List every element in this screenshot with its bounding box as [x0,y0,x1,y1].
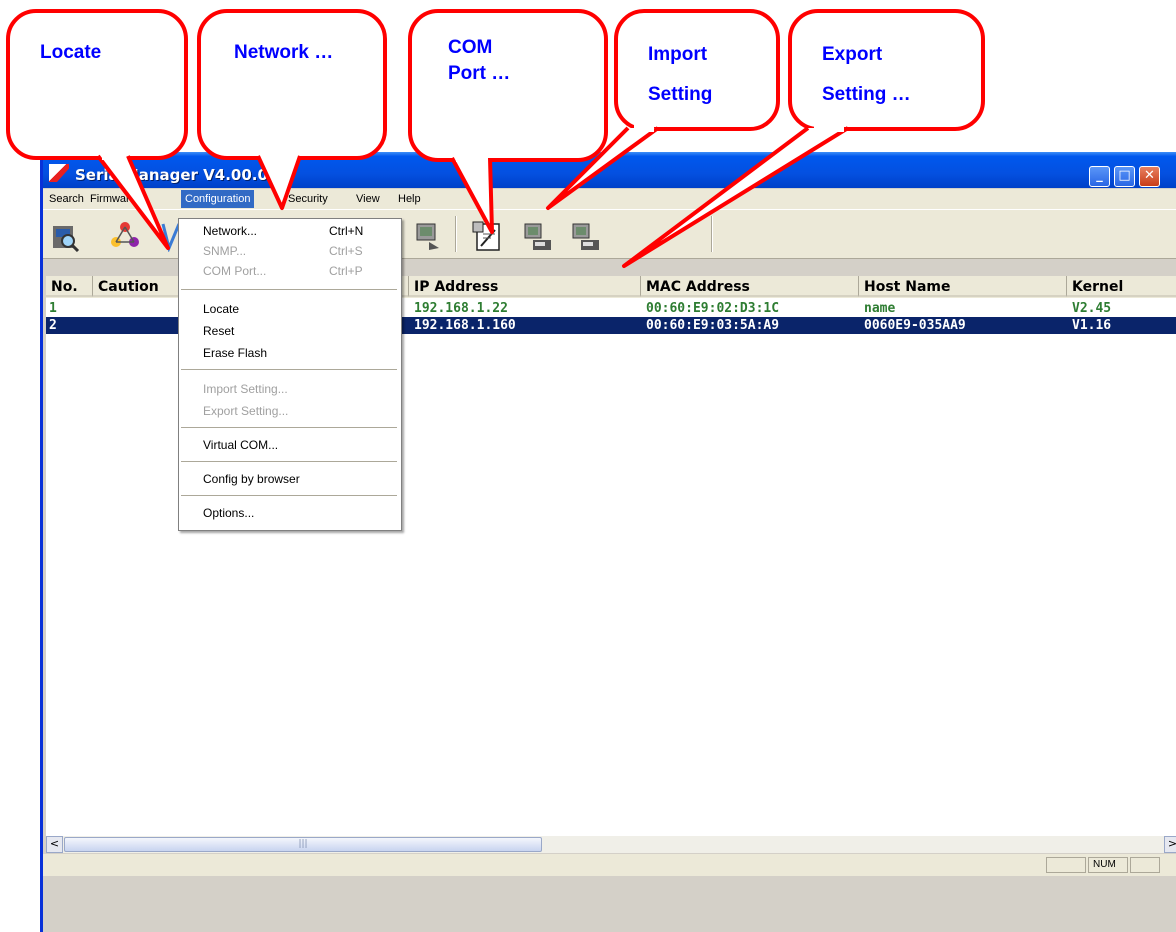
callout-network: Network … [197,9,387,160]
column-header-kernel[interactable]: Kernel [1067,276,1176,297]
menu-item-label: Config by browser [203,472,300,486]
menu-item-label: Locate [203,302,240,316]
menu-item-com-port[interactable]: COM Port... Ctrl+P [179,261,399,281]
configuration-dropdown: Network... Ctrl+N SNMP... Ctrl+S COM Por… [178,218,402,531]
menu-separator [181,461,397,462]
close-button[interactable]: ✕ [1139,166,1160,187]
cell-ip: 192.168.1.22 [414,301,508,316]
cell-host: name [864,301,896,316]
network-icon[interactable] [109,220,141,252]
menu-item-export-setting[interactable]: Export Setting... [179,401,399,421]
cell-host: 0060E9-035AA9 [864,318,966,333]
menu-item-label: Reset [203,324,235,338]
window-title: SerialManager V4.00.0 [75,166,268,184]
callout-text: Export Setting … [822,44,911,105]
minimize-button[interactable]: _ [1089,166,1110,187]
menu-item-shortcut: Ctrl+P [329,264,363,278]
cell-ip: 192.168.1.160 [414,318,516,333]
column-header-mac[interactable]: MAC Address [641,276,859,297]
menu-bar: Search Firmware Configuration Security V… [43,189,1176,209]
com-device-icon[interactable] [411,220,443,252]
menu-search[interactable]: Search [49,191,84,207]
menu-separator [181,289,397,290]
menu-item-config-by-browser[interactable]: Config by browser [179,469,399,489]
menu-item-virtual-com[interactable]: Virtual COM... [179,435,399,455]
menu-item-erase-flash[interactable]: Erase Flash [179,343,399,363]
cell-mac: 00:60:E9:02:D3:1C [646,301,780,316]
menu-help[interactable]: Help [398,191,421,207]
menu-security[interactable]: Security [288,191,328,207]
maximize-button[interactable]: □ [1114,166,1135,187]
menu-separator [181,427,397,428]
menu-view[interactable]: View [356,191,380,207]
column-header-ip[interactable]: IP Address [409,276,641,297]
callout-export: Export Setting … [788,9,985,131]
status-pane [1046,857,1086,873]
toolbar-separator [455,216,457,252]
callout-locate: Locate [6,9,188,160]
horizontal-scrollbar[interactable]: < ||| > [46,836,1176,853]
callout-text: Locate [40,42,102,63]
callout-text: Network … [234,42,334,63]
export-setting-icon[interactable] [569,220,601,252]
cell-no: 2 [49,318,57,333]
menu-item-network[interactable]: Network... Ctrl+N [179,221,399,241]
title-bar[interactable]: SerialManager V4.00.0 _ □ ✕ [43,152,1176,188]
menu-firmware[interactable]: Firmware [90,191,136,207]
menu-configuration[interactable]: Configuration [181,190,255,208]
callout-text: COM Port … [448,37,511,84]
status-num: NUM [1088,857,1128,873]
callout-com-port: COM Port … [408,9,608,162]
cell-mac: 00:60:E9:03:5A:A9 [646,318,780,333]
cell-no: 1 [49,301,57,316]
cell-kernel: V1.16 [1072,318,1112,333]
menu-item-reset[interactable]: Reset [179,321,399,341]
scrollbar-thumb[interactable]: ||| [64,837,542,852]
scroll-right-button[interactable]: > [1164,836,1176,853]
app-logo-icon [49,164,69,182]
cell-kernel: V2.45 [1072,301,1112,316]
menu-item-label: Virtual COM... [203,438,279,452]
toolbar-separator [711,216,713,252]
menu-item-label: SNMP... [203,244,247,258]
menu-item-shortcut: Ctrl+N [329,224,364,238]
menu-item-label: Import Setting... [203,382,288,396]
menu-item-options[interactable]: Options... [179,503,399,523]
callout-import: Import Setting [614,9,780,131]
menu-separator [181,369,397,370]
menu-item-label: COM Port... [203,264,267,278]
column-header-host[interactable]: Host Name [859,276,1067,297]
menu-item-label: Network... [203,224,258,238]
menu-item-label: Export Setting... [203,404,289,418]
com-port-icon[interactable] [471,220,503,252]
column-header-no[interactable]: No. [46,276,93,297]
status-pane [1130,857,1160,873]
menu-separator [181,495,397,496]
menu-item-shortcut: Ctrl+S [329,244,363,258]
menu-item-label: Erase Flash [203,346,268,360]
menu-item-locate[interactable]: Locate [179,299,399,319]
import-setting-icon[interactable] [521,220,553,252]
search-device-icon[interactable] [49,220,81,252]
callout-text: Import Setting [648,44,713,105]
status-bar: NUM [43,854,1176,876]
scroll-left-button[interactable]: < [46,836,63,853]
menu-item-import-setting[interactable]: Import Setting... [179,379,399,399]
menu-item-snmp[interactable]: SNMP... Ctrl+S [179,241,399,261]
menu-item-label: Options... [203,506,255,520]
